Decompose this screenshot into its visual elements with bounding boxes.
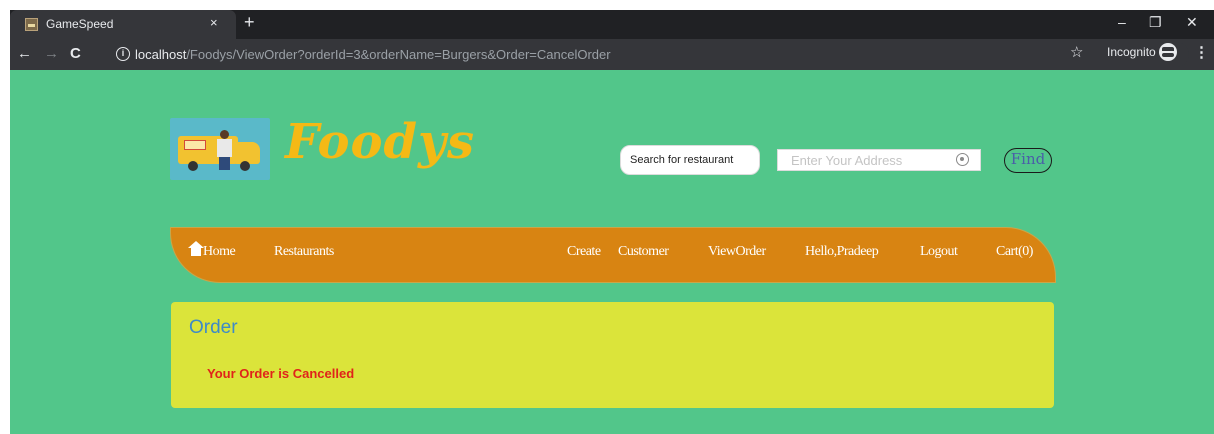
restaurant-search-input[interactable] [620, 145, 760, 175]
info-icon[interactable]: i [116, 47, 130, 61]
nav-view-order[interactable]: ViewOrder [708, 244, 766, 260]
nav-home-label: Home [203, 244, 236, 259]
browser-chrome: GameSpeed × + – ❐ ✕ ← → C i localhost/Fo… [10, 10, 1214, 70]
order-status-message: Your Order is Cancelled [207, 366, 355, 381]
star-icon[interactable]: ☆ [1070, 43, 1083, 61]
brand-logo[interactable]: Foodys [285, 114, 475, 170]
url-text: localhost/Foodys/ViewOrder?orderId=3&ord… [135, 47, 611, 62]
new-tab-button[interactable]: + [244, 12, 255, 33]
order-title: Order [189, 317, 238, 338]
truck-sign-shape [184, 140, 206, 150]
nav-cart[interactable]: Cart(0) [996, 244, 1033, 260]
nav-home[interactable]: Home [188, 241, 236, 260]
url-path: /Foodys/ViewOrder?orderId=3&orderName=Bu… [186, 47, 611, 62]
minimize-button[interactable]: – [1118, 14, 1126, 30]
incognito-label: Incognito [1107, 45, 1156, 59]
nav-restaurants[interactable]: Restaurants [274, 244, 334, 260]
close-window-button[interactable]: ✕ [1186, 14, 1198, 31]
nav-create[interactable]: Create [567, 244, 601, 260]
address-bar[interactable]: i localhost/Foodys/ViewOrder?orderId=3&o… [113, 42, 1189, 67]
truck-cab-shape [236, 142, 260, 164]
truck-wheel-shape [188, 161, 198, 171]
find-button[interactable]: Find [1004, 148, 1052, 173]
nav-logout[interactable]: Logout [920, 244, 958, 260]
favicon-icon [25, 18, 38, 31]
driver-head-shape [220, 130, 229, 139]
url-host: localhost [135, 47, 187, 62]
locate-icon[interactable] [956, 153, 969, 166]
address-field [777, 149, 981, 171]
truck-wheel-shape [240, 161, 250, 171]
nav-customer[interactable]: Customer [618, 244, 669, 260]
tab-close-icon[interactable]: × [210, 15, 218, 30]
order-panel: Order Your Order is Cancelled [171, 302, 1054, 408]
address-input[interactable] [778, 150, 948, 170]
driver-legs-shape [219, 157, 230, 170]
restore-button[interactable]: ❐ [1149, 14, 1162, 31]
tab-strip: GameSpeed × + – ❐ ✕ [10, 10, 1214, 39]
nav-greeting[interactable]: Hello,Pradeep [805, 244, 879, 260]
incognito-icon [1159, 43, 1177, 61]
reload-button[interactable]: C [70, 45, 81, 62]
delivery-person-shape [216, 130, 232, 170]
back-button[interactable]: ← [17, 45, 32, 62]
logo-image[interactable] [170, 118, 270, 180]
driver-body-shape [217, 139, 232, 157]
browser-toolbar: ← → C i localhost/Foodys/ViewOrder?order… [10, 39, 1214, 70]
menu-icon[interactable]: ⋮ [1194, 43, 1209, 61]
page-content: Foodys Find Home Restaurants Create Cust… [10, 70, 1214, 434]
forward-button[interactable]: → [44, 45, 59, 62]
home-icon [188, 241, 204, 256]
main-navbar: Home Restaurants Create Customer ViewOrd… [170, 227, 1056, 283]
browser-tab[interactable]: GameSpeed × [10, 10, 236, 39]
tab-title: GameSpeed [46, 17, 114, 31]
